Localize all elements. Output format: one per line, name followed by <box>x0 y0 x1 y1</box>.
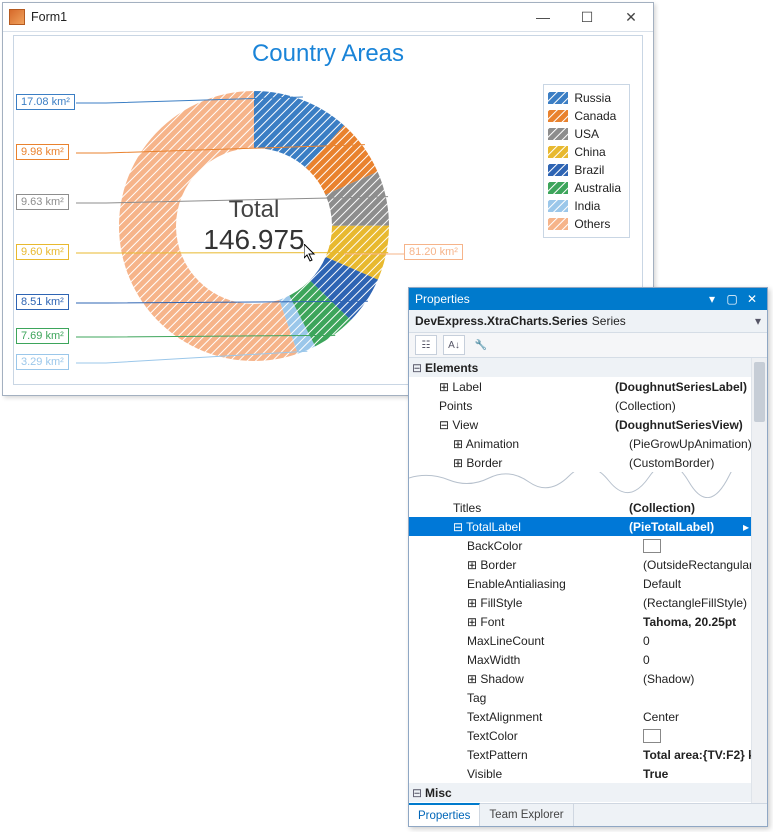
data-label-canada: 9.98 km² <box>16 146 69 158</box>
chart-legend: RussiaCanadaUSAChinaBrazilAustraliaIndia… <box>543 84 630 238</box>
prop-textpattern[interactable]: TextPatternTotal area:{TV:F2} km² <box>409 745 767 764</box>
prop-maxwidth[interactable]: MaxWidth0 <box>409 650 767 669</box>
prop-tag[interactable]: Tag <box>409 688 767 707</box>
titlebar[interactable]: Form1 — ☐ ✕ <box>3 3 653 32</box>
prop-label[interactable]: ⊞ Label(DoughnutSeriesLabel) <box>409 377 767 396</box>
properties-title: Properties <box>415 292 470 306</box>
prop-totallabel[interactable]: ⊟ TotalLabel(PieTotalLabel) ▸ <box>409 517 767 536</box>
window-title: Form1 <box>31 10 67 24</box>
prop-backcolor[interactable]: BackColor <box>409 536 767 555</box>
legend-item-canada[interactable]: Canada <box>548 107 621 125</box>
chevron-down-icon[interactable]: ▾ <box>755 314 761 328</box>
prop-titles[interactable]: Titles(Collection) <box>409 498 767 517</box>
prop-fillstyle[interactable]: ⊞ FillStyle(RectangleFillStyle) <box>409 593 767 612</box>
minimize-button[interactable]: — <box>521 3 565 31</box>
prop-animation[interactable]: ⊞ Animation(PieGrowUpAnimation) <box>409 434 767 453</box>
legend-item-russia[interactable]: Russia <box>548 89 621 107</box>
dropdown-icon[interactable]: ▾ <box>703 290 721 308</box>
doughnut-chart: Total 146.975 17.08 km²9.98 km²9.63 km²9… <box>14 76 424 386</box>
prop-textalign[interactable]: TextAlignmentCenter <box>409 707 767 726</box>
properties-titlebar[interactable]: Properties ▾ ▢ ✕ <box>409 288 767 310</box>
property-grid[interactable]: ⊟Elements⊞ Label(DoughnutSeriesLabel)Poi… <box>409 358 767 804</box>
close-button[interactable]: ✕ <box>609 3 653 31</box>
legend-item-india[interactable]: India <box>548 197 621 215</box>
tab-team-explorer[interactable]: Team Explorer <box>480 804 573 826</box>
data-label-china: 9.60 km² <box>16 246 69 258</box>
scrollbar[interactable] <box>751 358 767 804</box>
prop-visible[interactable]: VisibleTrue <box>409 764 767 783</box>
categorized-button[interactable]: ☷ <box>415 335 437 355</box>
tab-properties[interactable]: Properties <box>409 803 480 826</box>
data-label-russia: 17.08 km² <box>16 96 75 108</box>
close-panel-button[interactable]: ✕ <box>743 290 761 308</box>
legend-item-others[interactable]: Others <box>548 215 621 233</box>
panel-tabs: Properties Team Explorer <box>409 803 767 826</box>
properties-toolbar: ☷ A↓ 🔧 <box>409 333 767 358</box>
pin-icon[interactable]: ▢ <box>723 290 741 308</box>
torn-gap <box>409 472 767 498</box>
data-label-india: 3.29 km² <box>16 356 69 368</box>
prop-border[interactable]: ⊞ Border(CustomBorder) <box>409 453 767 472</box>
app-icon <box>9 9 25 25</box>
properties-panel: Properties ▾ ▢ ✕ DevExpress.XtraCharts.S… <box>408 287 768 827</box>
scrollbar-thumb[interactable] <box>754 362 765 422</box>
data-label-australia: 7.69 km² <box>16 330 69 342</box>
data-label-usa: 9.63 km² <box>16 196 69 208</box>
data-label-others: 81.20 km² <box>404 246 463 258</box>
prop-textcolor[interactable]: TextColor <box>409 726 767 745</box>
legend-item-usa[interactable]: USA <box>548 125 621 143</box>
cat-misc[interactable]: ⊟Misc <box>409 783 767 802</box>
object-name: Series <box>592 314 626 328</box>
prop-points[interactable]: Points(Collection) <box>409 396 767 415</box>
object-selector[interactable]: DevExpress.XtraCharts.Series Series ▾ <box>409 310 767 333</box>
data-label-brazil: 8.51 km² <box>16 296 69 308</box>
prop-font[interactable]: ⊞ FontTahoma, 20.25pt <box>409 612 767 631</box>
prop-shadow[interactable]: ⊞ Shadow(Shadow) <box>409 669 767 688</box>
prop-border2[interactable]: ⊞ Border(OutsideRectangularBorder) <box>409 555 767 574</box>
legend-item-china[interactable]: China <box>548 143 621 161</box>
maximize-button[interactable]: ☐ <box>565 3 609 31</box>
property-pages-button[interactable]: 🔧 <box>471 336 491 354</box>
legend-item-brazil[interactable]: Brazil <box>548 161 621 179</box>
doughnut-svg <box>104 76 404 376</box>
chart-title: Country Areas <box>14 40 642 68</box>
object-type: DevExpress.XtraCharts.Series <box>415 314 588 328</box>
prop-maxlinecount[interactable]: MaxLineCount0 <box>409 631 767 650</box>
alphabetical-button[interactable]: A↓ <box>443 335 465 355</box>
prop-view[interactable]: ⊟ View(DoughnutSeriesView) <box>409 415 767 434</box>
prop-enableaa[interactable]: EnableAntialiasingDefault <box>409 574 767 593</box>
cat-elements[interactable]: ⊟Elements <box>409 358 767 377</box>
legend-item-australia[interactable]: Australia <box>548 179 621 197</box>
